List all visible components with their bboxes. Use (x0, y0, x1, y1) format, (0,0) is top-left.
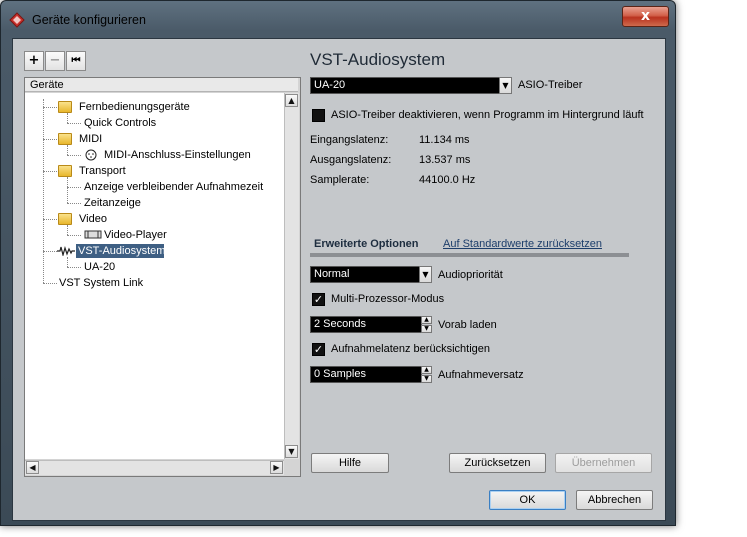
tree-guide-line (67, 187, 81, 188)
stepper-down-icon[interactable]: ▼ (421, 325, 432, 333)
panel-title: VST-Audiosystem (310, 50, 446, 69)
output-latency-value: 13.537 ms (419, 154, 471, 166)
tree-item-fernbedienungsgeraete[interactable]: Fernbedienungsgeräte (79, 100, 190, 114)
audio-system-icon (57, 246, 75, 256)
multiprocessor-checkbox[interactable]: ✓ (312, 293, 325, 306)
chevron-down-icon[interactable]: ▼ (419, 266, 432, 283)
tab-erweiterte-optionen[interactable]: Erweiterte Optionen (314, 237, 419, 251)
folder-icon (58, 101, 72, 113)
tree-guide-line (67, 177, 68, 203)
video-icon (84, 230, 102, 239)
tree-guide-line (43, 99, 44, 283)
audio-priority-label: Audiopriorität (438, 269, 503, 281)
input-latency-value: 11.134 ms (419, 134, 470, 146)
tree-guide-line (67, 203, 81, 204)
output-latency-label: Ausgangslatenz: (310, 154, 392, 166)
tree-guide-line (67, 113, 68, 123)
midi-port-icon (85, 149, 97, 161)
preload-stepper[interactable]: 2 Seconds (310, 316, 422, 333)
close-button[interactable]: x (622, 6, 669, 27)
tree-guide-line (43, 251, 57, 252)
help-button[interactable]: Hilfe (311, 453, 389, 473)
tree-item-ua-20[interactable]: UA-20 (84, 260, 115, 274)
background-area (676, 0, 747, 537)
tree-guide-line (67, 225, 68, 235)
tree-guide-line (43, 283, 57, 284)
add-device-button[interactable]: + (24, 51, 44, 71)
preload-label: Vorab laden (438, 319, 497, 331)
tree-item-quick-controls[interactable]: Quick Controls (84, 116, 156, 130)
tab-divider (310, 253, 629, 257)
apply-button[interactable]: Übernehmen (555, 453, 652, 473)
record-latency-checkbox[interactable]: ✓ (312, 343, 325, 356)
deactivate-driver-checkbox[interactable] (312, 109, 325, 122)
tree-guide-line (67, 155, 81, 156)
ok-button[interactable]: OK (489, 490, 566, 510)
folder-icon (58, 165, 72, 177)
scrollbar-corner (284, 460, 299, 475)
record-offset-stepper[interactable]: 0 Samples (310, 366, 422, 383)
deactivate-driver-label: ASIO-Treiber deaktivieren, wenn Programm… (331, 109, 644, 121)
remove-device-button[interactable]: − (45, 51, 65, 71)
folder-icon (58, 133, 72, 145)
cubase-app-icon (9, 12, 25, 28)
folder-icon (58, 213, 72, 225)
scroll-down-icon[interactable]: ▼ (285, 445, 298, 458)
tree-item-midi-anschluss[interactable]: MIDI-Anschluss-Einstellungen (104, 148, 251, 162)
window-title: Geräte konfigurieren (32, 13, 146, 27)
tree-item-vst-audiosystem[interactable]: VST-Audiosystem (78, 244, 165, 258)
chevron-down-icon[interactable]: ▼ (499, 77, 512, 94)
tree-horizontal-scrollbar[interactable] (25, 460, 284, 475)
tree-guide-line (43, 219, 57, 220)
tree-item-aufnahmezeit[interactable]: Anzeige verbleibender Aufnahmezeit (84, 180, 263, 194)
tree-guide-line (43, 139, 57, 140)
scroll-left-icon[interactable]: ◀ (26, 461, 39, 474)
tree-item-video[interactable]: Video (79, 212, 107, 226)
samplerate-label: Samplerate: (310, 174, 370, 186)
tree-guide-line (67, 257, 68, 267)
reset-button[interactable]: Zurücksetzen (449, 453, 546, 473)
scroll-up-icon[interactable]: ▲ (285, 94, 298, 107)
tree-item-video-player[interactable]: Video-Player (104, 228, 167, 242)
tree-vertical-scrollbar[interactable] (284, 93, 299, 459)
audio-priority-select[interactable]: Normal (310, 266, 430, 283)
tree-guide-line (43, 171, 57, 172)
tree-guide-line (67, 123, 81, 124)
stepper-up-icon[interactable]: ▲ (421, 366, 432, 374)
reset-device-button[interactable]: ⏮ (66, 51, 86, 71)
asio-driver-label: ASIO-Treiber (518, 79, 583, 91)
tree-guide-line (67, 267, 81, 268)
tree-item-midi[interactable]: MIDI (79, 132, 102, 146)
input-latency-label: Eingangslatenz: (310, 134, 389, 146)
tree-guide-line (43, 107, 57, 108)
tree-item-transport[interactable]: Transport (79, 164, 126, 178)
tree-guide-line (67, 145, 68, 155)
scroll-right-icon[interactable]: ▶ (270, 461, 283, 474)
tree-item-zeitanzeige[interactable]: Zeitanzeige (84, 196, 141, 210)
tree-item-vst-system-link[interactable]: VST System Link (59, 276, 143, 290)
tree-header: Geräte (25, 78, 298, 92)
cancel-button[interactable]: Abbrechen (576, 490, 653, 510)
record-latency-label: Aufnahmelatenz berücksichtigen (331, 343, 490, 355)
asio-driver-select[interactable]: UA-20 (310, 77, 510, 94)
stepper-up-icon[interactable]: ▲ (421, 316, 432, 324)
samplerate-value: 44100.0 Hz (419, 174, 476, 186)
stepper-down-icon[interactable]: ▼ (421, 375, 432, 383)
tree-guide-line (67, 235, 81, 236)
reset-defaults-link[interactable]: Auf Standardwerte zurücksetzen (443, 237, 602, 251)
multiprocessor-label: Multi-Prozessor-Modus (331, 293, 445, 305)
record-offset-label: Aufnahmeversatz (438, 369, 524, 381)
